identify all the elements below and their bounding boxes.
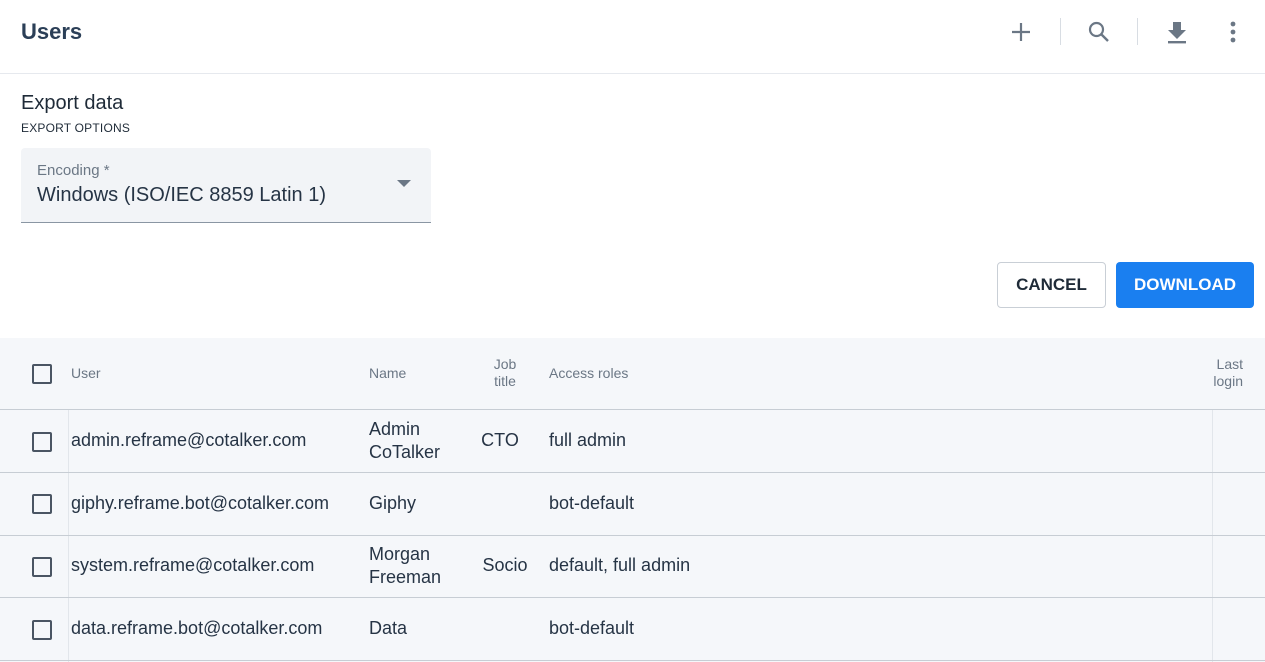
export-section: Export data EXPORT OPTIONS: [21, 92, 130, 135]
column-header-access-roles[interactable]: Access roles: [549, 365, 628, 382]
user-cell: admin.reframe@cotalker.com: [71, 430, 307, 450]
dropdown-arrow-icon: [397, 180, 411, 187]
access-roles-cell: bot-default: [549, 493, 635, 513]
table-row[interactable]: system.reframe@cotalker.com Morgan Freem…: [0, 535, 1265, 598]
search-icon[interactable]: [1083, 16, 1115, 48]
column-header-last-login[interactable]: Last login: [1195, 356, 1243, 390]
download-button[interactable]: DOWNLOAD: [1116, 262, 1254, 308]
header-divider: [1060, 18, 1061, 45]
access-roles-cell: bot-default: [549, 618, 635, 638]
row-checkbox[interactable]: [32, 557, 52, 577]
encoding-value: Windows (ISO/IEC 8859 Latin 1): [37, 184, 327, 206]
column-header-job-title[interactable]: Job title: [480, 356, 530, 390]
name-cell: Giphy: [369, 493, 417, 513]
name-line1: Admin: [369, 419, 421, 439]
more-vert-icon[interactable]: [1217, 16, 1249, 48]
row-checkbox[interactable]: [32, 432, 52, 452]
column-header-last-login-line2: login: [1213, 373, 1243, 389]
header-divider: [1137, 18, 1138, 45]
table-row[interactable]: giphy.reframe.bot@cotalker.com Giphy bot…: [0, 473, 1265, 536]
cancel-button[interactable]: CANCEL: [997, 262, 1106, 308]
download-icon[interactable]: [1161, 16, 1193, 48]
user-cell: giphy.reframe.bot@cotalker.com: [71, 493, 330, 513]
export-heading: Export data: [21, 92, 124, 114]
access-roles-cell: full admin: [549, 430, 627, 450]
job-title-cell: Socio: [482, 555, 528, 575]
name-cell: Admin CoTalker: [369, 418, 440, 464]
name-line1: Morgan: [369, 544, 431, 564]
export-options-label: EXPORT OPTIONS: [21, 121, 131, 135]
app-header: Users: [0, 0, 1265, 74]
name-cell: Data: [369, 618, 408, 638]
name-cell: Morgan Freeman: [369, 543, 441, 589]
table-header: User Name Job title Access roles Last lo…: [0, 338, 1265, 410]
user-cell: system.reframe@cotalker.com: [71, 555, 315, 575]
column-header-job-title-line1: Job: [493, 356, 517, 372]
encoding-select[interactable]: Encoding * Windows (ISO/IEC 8859 Latin 1…: [21, 148, 431, 223]
select-all-checkbox[interactable]: [32, 364, 52, 384]
job-title-cell: CTO: [481, 430, 519, 450]
name-line2: CoTalker: [369, 442, 441, 462]
column-header-last-login-line1: Last: [1216, 356, 1243, 372]
table-row[interactable]: admin.reframe@cotalker.com Admin CoTalke…: [0, 410, 1265, 473]
column-header-user[interactable]: User: [71, 365, 101, 382]
page-title: Users: [21, 19, 83, 44]
access-roles-cell: default, full admin: [549, 555, 691, 575]
column-header-job-title-line2: title: [494, 373, 516, 389]
plus-icon[interactable]: [1005, 16, 1037, 48]
encoding-label: Encoding *: [37, 162, 110, 179]
column-header-name[interactable]: Name: [369, 365, 406, 382]
users-table: User Name Job title Access roles Last lo…: [0, 338, 1265, 662]
row-checkbox[interactable]: [32, 494, 52, 514]
user-cell: data.reframe.bot@cotalker.com: [71, 618, 323, 638]
name-line2: Freeman: [369, 567, 442, 587]
table-row[interactable]: data.reframe.bot@cotalker.com Data bot-d…: [0, 598, 1265, 661]
row-checkbox[interactable]: [32, 620, 52, 640]
